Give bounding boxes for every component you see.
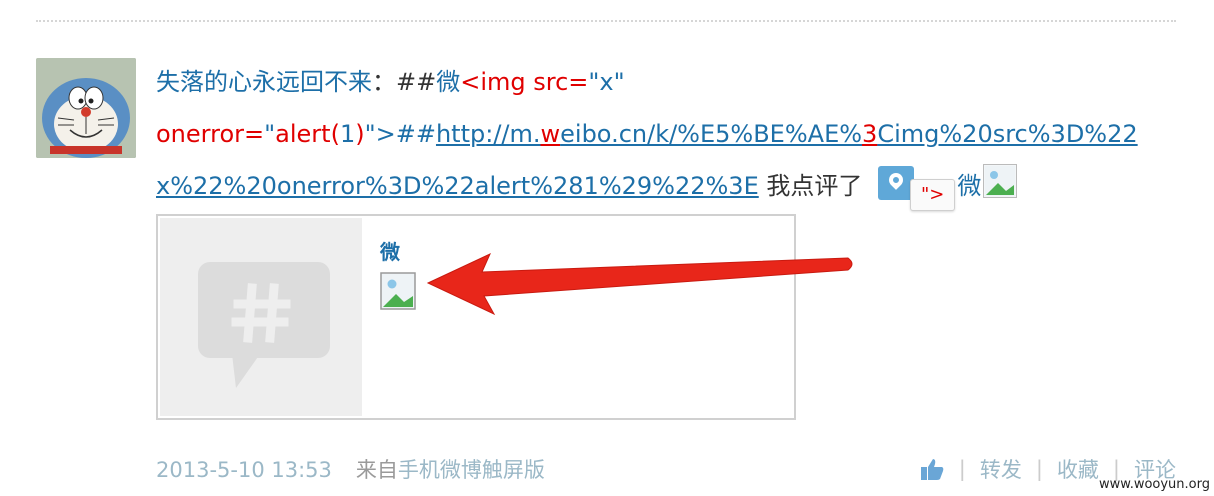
payload-alert: alert(	[275, 120, 340, 148]
author-colon: ：	[372, 68, 396, 96]
payload-img-tag: <img src=	[460, 68, 589, 96]
author-name-link[interactable]: 失落的心永远回不来	[156, 68, 372, 96]
broken-image-icon	[380, 272, 416, 310]
post-text: 失落的心永远回不来：##微<img src="x" onerror="alert…	[156, 56, 1186, 212]
broken-image-icon	[983, 164, 1018, 198]
actions-separator: |	[958, 457, 966, 481]
payload-chip[interactable]: ">	[910, 179, 956, 211]
favorite-button[interactable]: 收藏	[1057, 454, 1099, 484]
comment-text: 我点评了	[758, 172, 871, 200]
post-footer: 2013-5-10 13:53 来自手机微博触屏版	[156, 454, 545, 484]
red-arrow-annotation	[426, 252, 853, 316]
location-pin-icon[interactable]	[878, 166, 915, 200]
hashtag-bubble-icon	[198, 262, 330, 388]
doraemon-avatar-image	[36, 58, 136, 158]
inline-wei-link[interactable]: 微	[957, 172, 981, 200]
payload-tail: ">##	[364, 120, 436, 148]
payload-onerror: onerror=	[156, 120, 265, 148]
post-line-1: 失落的心永远回不来：##微<img src="x"	[156, 56, 1186, 108]
post-timestamp[interactable]: 2013-5-10 13:53	[156, 458, 332, 482]
payload-close-paren: )	[355, 120, 365, 148]
top-divider	[36, 20, 1176, 22]
thumbs-up-icon[interactable]	[919, 456, 945, 482]
payload-number: 1	[339, 120, 356, 148]
hashtag-wei[interactable]: 微	[436, 68, 460, 96]
post-line-2: onerror="alert(1)">##http://m.weibo.cn/k…	[156, 108, 1186, 160]
topic-card-thumbnail	[160, 218, 362, 416]
source-client-link[interactable]: 手机微博触屏版	[398, 458, 545, 482]
repost-button[interactable]: 转发	[980, 454, 1022, 484]
topic-card-title[interactable]: 微	[380, 236, 400, 265]
source-from-label: 来自	[355, 458, 398, 482]
avatar[interactable]	[36, 58, 136, 158]
topic-url-link-part2[interactable]: x%22%20onerror%3D%22alert%281%29%22%3E	[156, 172, 759, 200]
post-line-3: x%22%20onerror%3D%22alert%281%29%22%3E 我…	[156, 160, 1186, 212]
payload-x-quote: "x"	[588, 68, 625, 96]
payload-quote: "	[264, 120, 276, 148]
watermark: www.wooyun.org	[1098, 477, 1210, 492]
hashtag-marks: ##	[396, 68, 437, 96]
actions-separator: |	[1035, 457, 1043, 481]
topic-url-link-part1[interactable]: http://m.weibo.cn/k/%E5%BE%AE%3Cimg%20sr…	[436, 120, 1138, 148]
